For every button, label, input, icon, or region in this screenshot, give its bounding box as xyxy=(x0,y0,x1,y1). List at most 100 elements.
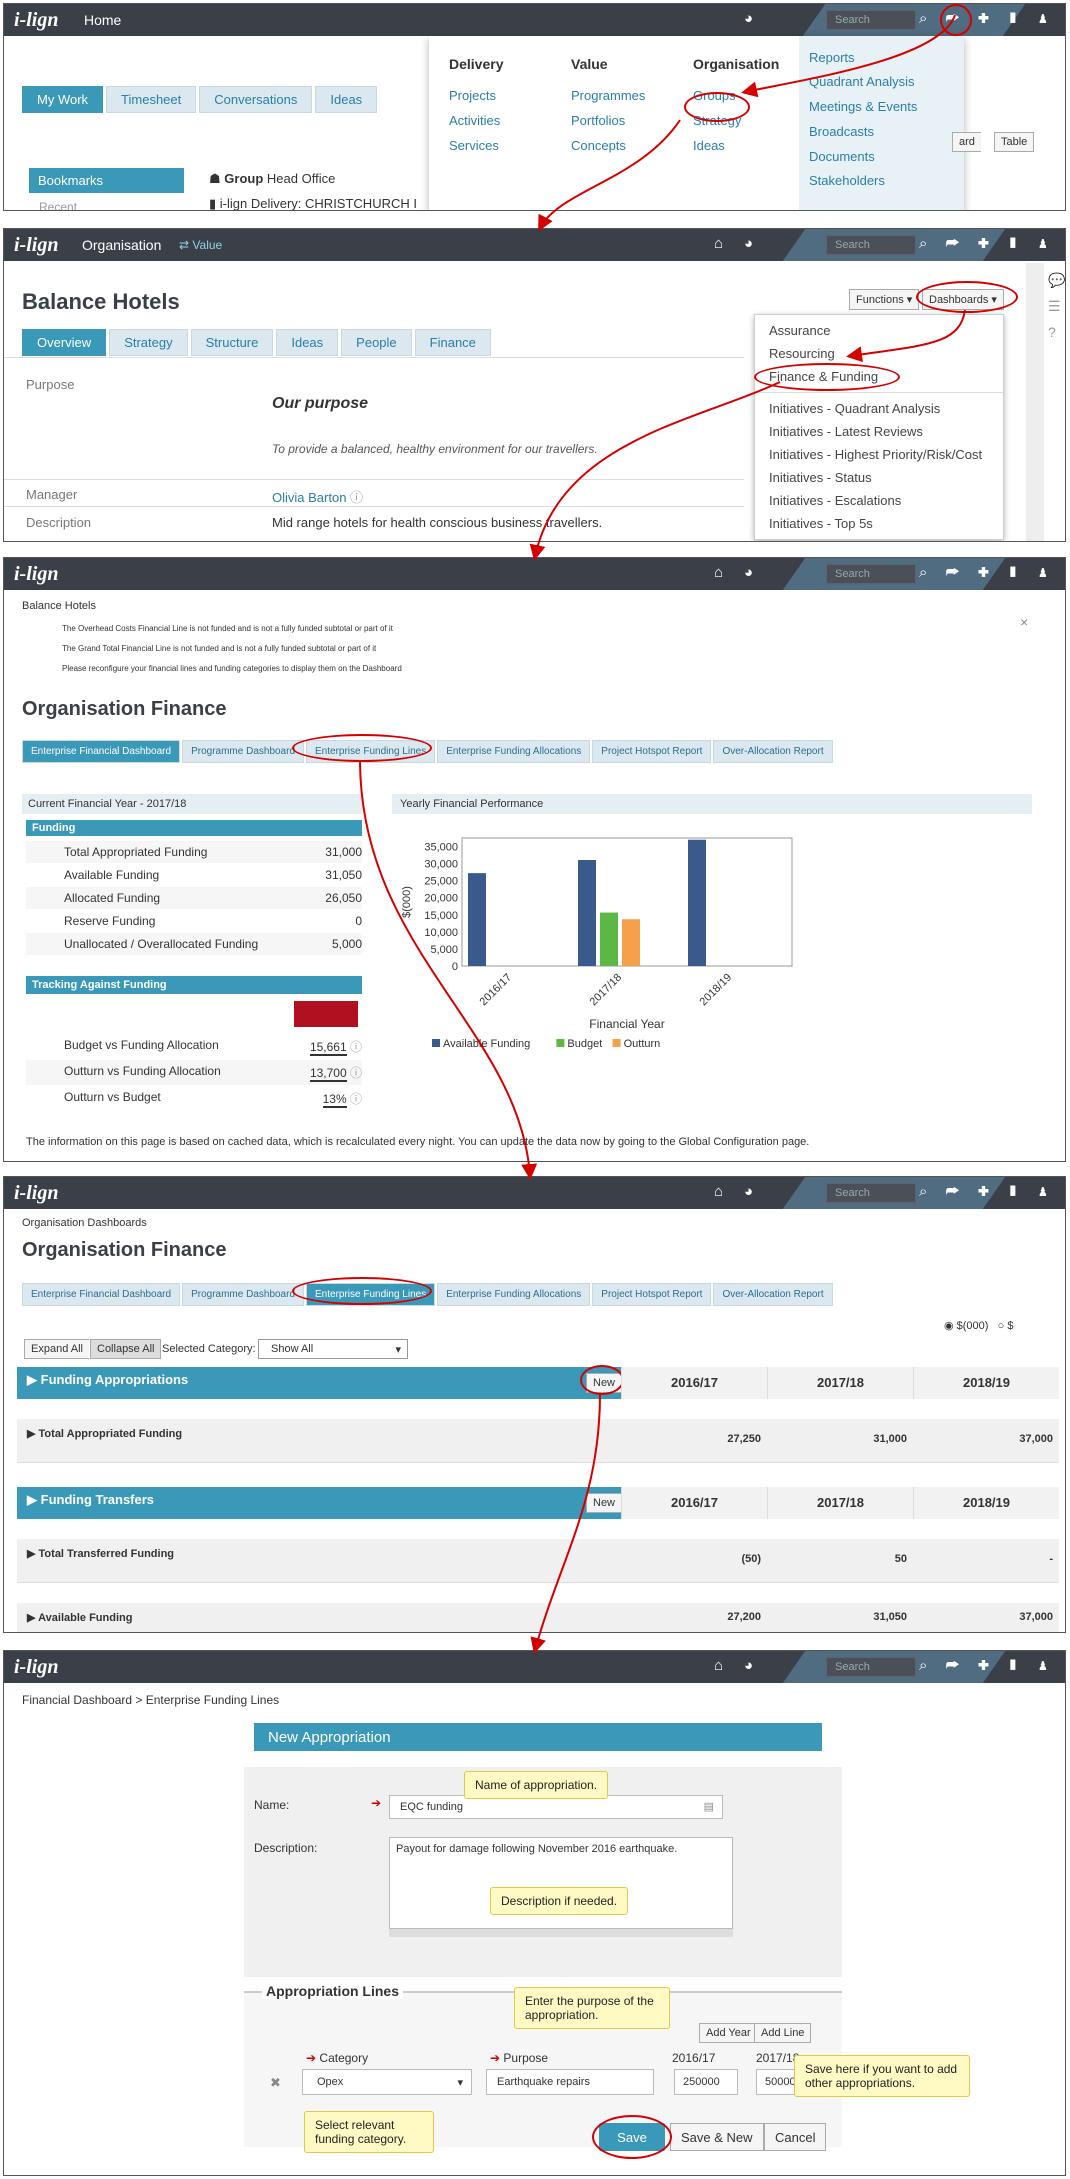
home-icon[interactable]: ⌂ xyxy=(714,1657,723,1674)
table-row[interactable]: ▶ Total Transferred Funding (50) 50 - xyxy=(17,1539,1059,1583)
dd-escalations[interactable]: Initiatives - Escalations xyxy=(755,489,1003,512)
home-icon[interactable]: ⌂ xyxy=(714,564,723,581)
yearly-performance-chart: 0 5,000 10,000 15,000 20,000 25,000 30,000 35,0… xyxy=(401,837,793,1050)
globe-icon[interactable]: ◕ xyxy=(744,235,753,252)
add-year-button[interactable]: Add Year xyxy=(699,2023,758,2043)
dd-highest-priority[interactable]: Initiatives - Highest Priority/Risk/Cost xyxy=(755,443,1003,466)
funding-appropriations-header[interactable]: ▶ Funding Appropriations xyxy=(17,1367,621,1399)
menu-portfolios[interactable]: Portfolios xyxy=(571,113,625,128)
description-textarea[interactable]: Payout for damage following November 201… xyxy=(389,1837,733,1929)
tab-over-allocation[interactable]: Over-Allocation Report xyxy=(713,740,833,763)
category-select[interactable]: Show All ▾ xyxy=(258,1339,408,1359)
dd-initiatives-quadrant[interactable]: Initiatives - Quadrant Analysis xyxy=(755,392,1003,420)
new-transfer-button[interactable]: New xyxy=(586,1493,623,1513)
bookmarks-button[interactable]: Bookmarks xyxy=(29,168,184,193)
tab-people[interactable]: People xyxy=(341,329,412,356)
globe-icon[interactable]: ◕ xyxy=(744,10,753,27)
manager-link[interactable]: Olivia Barton ⓘ xyxy=(272,487,363,506)
search-input[interactable]: Search xyxy=(826,1183,916,1203)
toolbar-icons[interactable]: ⌕ ➦ ✚ ▮ ♟ ♙ xyxy=(919,1183,1065,1200)
close-icon[interactable]: × xyxy=(1020,614,1028,630)
legend-label: Available Funding xyxy=(443,1038,530,1050)
description-label: Description: xyxy=(254,1841,318,1855)
delete-line-icon[interactable]: ✖ xyxy=(270,2075,281,2091)
menu-activities[interactable]: Activities xyxy=(449,113,500,128)
view-table-button[interactable]: Table xyxy=(994,132,1035,152)
menu-services[interactable]: Services xyxy=(449,138,499,153)
menu-stakeholders[interactable]: Stakeholders xyxy=(809,173,885,188)
globe-icon[interactable]: ◕ xyxy=(744,1657,753,1674)
menu-concepts[interactable]: Concepts xyxy=(571,138,626,153)
scrollbar[interactable] xyxy=(1026,263,1044,541)
tab-enterprise-financial-dashboard[interactable]: Enterprise Financial Dashboard xyxy=(22,740,181,763)
value-link[interactable]: ⇄ Value xyxy=(179,238,222,252)
tab-finance[interactable]: Finance xyxy=(414,329,491,356)
table-row[interactable]: ▶ Total Appropriated Funding 27,250 31,0… xyxy=(17,1419,1059,1463)
menu-meetings[interactable]: Meetings & Events xyxy=(809,99,917,114)
menu-reports[interactable]: Reports xyxy=(809,50,855,65)
units-radio[interactable]: ◉ $(000) ○ $ xyxy=(944,1319,1013,1332)
search-input[interactable]: Search xyxy=(826,1657,916,1677)
toolbar-icons[interactable]: ⌕ ➦ ✚ ▮ ♟ ♙ xyxy=(919,235,1065,252)
tab-overview[interactable]: Overview xyxy=(22,329,107,356)
menu-projects[interactable]: Projects xyxy=(449,88,496,103)
toolbar-icons[interactable]: ⌕ ➦ ✚ ▮ ♟ ♙ xyxy=(919,1657,1065,1674)
home-icon[interactable]: ⌂ xyxy=(714,235,723,252)
functions-button[interactable]: Functions ▾ xyxy=(849,289,920,310)
tab-over-allocation[interactable]: Over-Allocation Report xyxy=(713,1283,833,1306)
breadcrumb[interactable]: Financial Dashboard > Enterprise Funding… xyxy=(22,1693,279,1707)
delivery-item[interactable]: ▮ i-lign Delivery: CHRISTCHURCH I xyxy=(209,196,417,210)
textarea-resize-handle[interactable] xyxy=(389,1929,733,1937)
tab-enterprise-funding-allocations[interactable]: Enterprise Funding Allocations xyxy=(437,1283,591,1306)
group-line[interactable]: ☗ Group Head Office xyxy=(209,171,335,187)
funding-row: Available Funding 31,050 xyxy=(64,868,362,882)
tab-enterprise-funding-allocations[interactable]: Enterprise Funding Allocations xyxy=(437,740,591,763)
dd-assurance[interactable]: Assurance xyxy=(755,319,1003,342)
collapse-all-button[interactable]: Collapse All xyxy=(90,1339,162,1359)
tab-programme-dashboard[interactable]: Programme Dashboard xyxy=(182,1283,305,1306)
expand-all-button[interactable]: Expand All xyxy=(24,1339,89,1359)
chart-title: Yearly Financial Performance xyxy=(392,794,1032,814)
year-header: 2017/18 xyxy=(767,1487,913,1519)
funding-transfers-header[interactable]: ▶ Funding Transfers xyxy=(17,1487,621,1519)
menu-documents[interactable]: Documents xyxy=(809,149,875,164)
top-bar: i-lign ⌂ ◕ Search ⌕ ➦ ✚ ▮ ♟ ♙ xyxy=(4,558,1065,590)
menu-programmes[interactable]: Programmes xyxy=(571,88,645,103)
purpose-input[interactable]: Earthquake repairs xyxy=(486,2069,654,2095)
year-1-input[interactable]: 250000 xyxy=(674,2069,738,2095)
dd-status[interactable]: Initiatives - Status xyxy=(755,466,1003,489)
tab-ideas[interactable]: Ideas xyxy=(315,86,378,113)
category-select[interactable]: Opex ▾ xyxy=(302,2069,472,2095)
dd-top-5s[interactable]: Initiatives - Top 5s xyxy=(755,512,1003,535)
side-icons[interactable]: 💬 ☰? xyxy=(1048,267,1065,345)
table-row[interactable]: ▶ Available Funding 27,200 31,050 37,000 xyxy=(17,1603,1059,1632)
breadcrumb[interactable]: Organisation Dashboards xyxy=(22,1217,147,1229)
home-icon[interactable]: ⌂ xyxy=(714,1183,723,1200)
tab-project-hotspot[interactable]: Project Hotspot Report xyxy=(592,740,712,763)
tab-project-hotspot[interactable]: Project Hotspot Report xyxy=(592,1283,712,1306)
tab-ideas[interactable]: Ideas xyxy=(276,329,339,356)
view-board-button[interactable]: ard xyxy=(952,132,981,152)
globe-icon[interactable]: ◕ xyxy=(744,564,753,581)
menu-ideas[interactable]: Ideas xyxy=(693,138,725,153)
search-input[interactable]: Search xyxy=(826,10,916,30)
tab-programme-dashboard[interactable]: Programme Dashboard xyxy=(182,740,305,763)
tab-strategy[interactable]: Strategy xyxy=(109,329,188,356)
menu-quadrant-analysis[interactable]: Quadrant Analysis xyxy=(809,74,915,89)
tab-timesheet[interactable]: Timesheet xyxy=(106,86,197,113)
tab-enterprise-financial-dashboard[interactable]: Enterprise Financial Dashboard xyxy=(22,1283,181,1306)
tab-my-work[interactable]: My Work xyxy=(22,86,104,113)
add-line-button[interactable]: Add Line xyxy=(754,2023,812,2043)
tab-structure[interactable]: Structure xyxy=(190,329,274,356)
tab-conversations[interactable]: Conversations xyxy=(199,86,313,113)
search-input[interactable]: Search xyxy=(826,235,916,255)
menu-broadcasts[interactable]: Broadcasts xyxy=(809,124,874,139)
dd-resourcing[interactable]: Resourcing xyxy=(755,342,1003,365)
breadcrumb[interactable]: Balance Hotels xyxy=(22,600,96,612)
cancel-button[interactable]: Cancel xyxy=(764,2123,827,2151)
globe-icon[interactable]: ◕ xyxy=(744,1183,753,1200)
toolbar-icons[interactable]: ⌕ ➦ ✚ ▮ ♟ ♙ xyxy=(919,564,1065,581)
save-and-new-button[interactable]: Save & New xyxy=(670,2123,764,2151)
dd-latest-reviews[interactable]: Initiatives - Latest Reviews xyxy=(755,420,1003,443)
search-input[interactable]: Search xyxy=(826,564,916,584)
